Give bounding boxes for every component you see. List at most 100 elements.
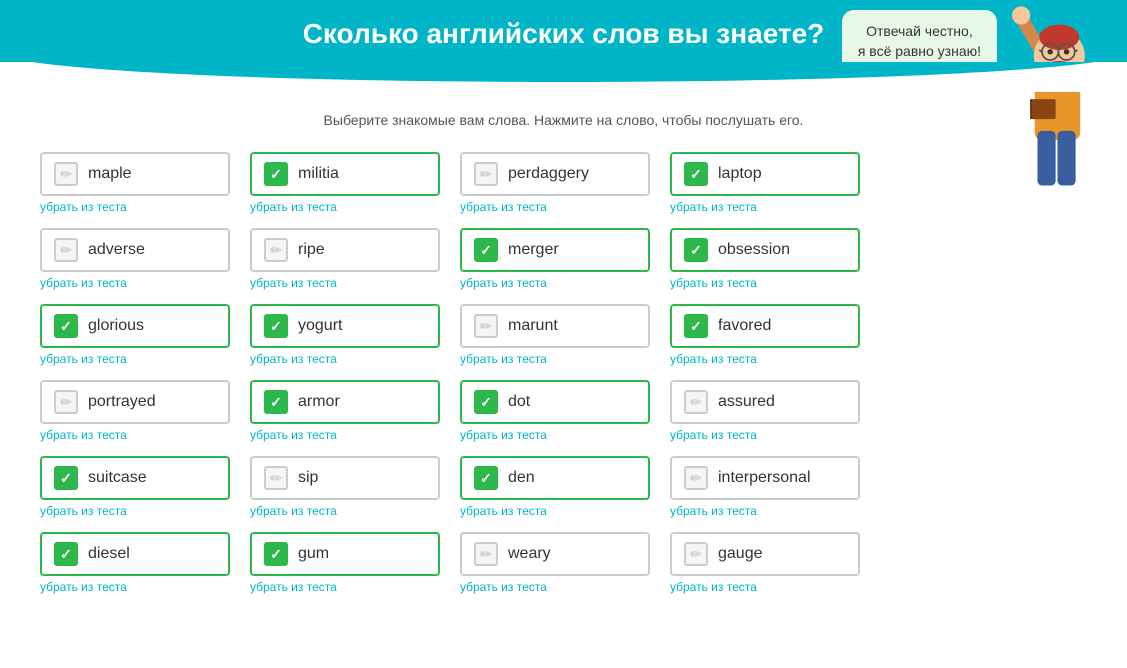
word-box-portrayed[interactable]: ✏ portrayed xyxy=(40,380,230,424)
word-item-gauge: ✏ gauge убрать из теста xyxy=(670,532,860,594)
word-item-diesel: ✓diesel убрать из теста xyxy=(40,532,230,594)
remove-link-obsession[interactable]: убрать из теста xyxy=(670,276,860,290)
word-box-weary[interactable]: ✏weary xyxy=(460,532,650,576)
word-box-den[interactable]: ✓ den xyxy=(460,456,650,500)
pencil-icon: ✏ xyxy=(54,390,78,414)
word-box-sip[interactable]: ✏sip xyxy=(250,456,440,500)
word-item-assured: ✏assured убрать из теста xyxy=(670,380,860,442)
word-box-adverse[interactable]: ✏adverse xyxy=(40,228,230,272)
word-item-weary: ✏weary убрать из теста xyxy=(460,532,650,594)
word-item-gum: ✓gum убрать из теста xyxy=(250,532,440,594)
word-box-dot[interactable]: ✓ dot xyxy=(460,380,650,424)
word-label-weary: weary xyxy=(508,545,551,563)
checkmark-icon: ✓ xyxy=(264,390,288,414)
pencil-icon: ✏ xyxy=(684,542,708,566)
word-item-yogurt: ✓yogurt убрать из теста xyxy=(250,304,440,366)
remove-link-dot[interactable]: убрать из теста xyxy=(460,428,650,442)
word-label-dot: dot xyxy=(508,393,530,411)
remove-link-maple[interactable]: убрать из теста xyxy=(40,200,230,214)
word-item-marunt: ✏marunt убрать из теста xyxy=(460,304,650,366)
main-content: Выберите знакомые вам слова. Нажмите на … xyxy=(0,92,1127,620)
remove-link-portrayed[interactable]: убрать из теста xyxy=(40,428,230,442)
remove-link-militia[interactable]: убрать из теста xyxy=(250,200,440,214)
remove-link-perdaggery[interactable]: убрать из теста xyxy=(460,200,650,214)
remove-link-gum[interactable]: убрать из теста xyxy=(250,580,440,594)
word-label-den: den xyxy=(508,469,535,487)
word-label-portrayed: portrayed xyxy=(88,393,156,411)
word-label-perdaggery: perdaggery xyxy=(508,165,589,183)
checkmark-icon: ✓ xyxy=(474,466,498,490)
remove-link-favored[interactable]: убрать из теста xyxy=(670,352,860,366)
word-box-glorious[interactable]: ✓glorious xyxy=(40,304,230,348)
remove-link-merger[interactable]: убрать из теста xyxy=(460,276,650,290)
remove-link-adverse[interactable]: убрать из теста xyxy=(40,276,230,290)
remove-link-weary[interactable]: убрать из теста xyxy=(460,580,650,594)
remove-link-suitcase[interactable]: убрать из теста xyxy=(40,504,230,518)
word-box-obsession[interactable]: ✓ obsession xyxy=(670,228,860,272)
word-item-obsession: ✓ obsession убрать из теста xyxy=(670,228,860,290)
word-item-interpersonal: ✏ interpersonal убрать из теста xyxy=(670,456,860,518)
remove-link-den[interactable]: убрать из теста xyxy=(460,504,650,518)
word-box-marunt[interactable]: ✏marunt xyxy=(460,304,650,348)
word-box-interpersonal[interactable]: ✏ interpersonal xyxy=(670,456,860,500)
word-box-yogurt[interactable]: ✓yogurt xyxy=(250,304,440,348)
remove-link-gauge[interactable]: убрать из теста xyxy=(670,580,860,594)
word-label-gauge: gauge xyxy=(718,545,763,563)
word-label-suitcase: suitcase xyxy=(88,469,147,487)
pencil-icon: ✏ xyxy=(684,390,708,414)
word-item-suitcase: ✓ suitcase убрать из теста xyxy=(40,456,230,518)
word-label-merger: merger xyxy=(508,241,559,259)
remove-link-sip[interactable]: убрать из теста xyxy=(250,504,440,518)
checkmark-icon: ✓ xyxy=(54,466,78,490)
word-box-merger[interactable]: ✓ merger xyxy=(460,228,650,272)
word-box-perdaggery[interactable]: ✏perdaggery xyxy=(460,152,650,196)
checkmark-icon: ✓ xyxy=(264,162,288,186)
remove-link-yogurt[interactable]: убрать из теста xyxy=(250,352,440,366)
word-box-diesel[interactable]: ✓diesel xyxy=(40,532,230,576)
remove-link-marunt[interactable]: убрать из теста xyxy=(460,352,650,366)
word-box-favored[interactable]: ✓favored xyxy=(670,304,860,348)
word-label-obsession: obsession xyxy=(718,241,790,259)
checkmark-icon: ✓ xyxy=(264,314,288,338)
word-item-merger: ✓ merger убрать из теста xyxy=(460,228,650,290)
remove-link-armor[interactable]: убрать из теста xyxy=(250,428,440,442)
word-box-gum[interactable]: ✓gum xyxy=(250,532,440,576)
remove-link-ripe[interactable]: убрать из теста xyxy=(250,276,440,290)
word-item-laptop: ✓laptop убрать из теста xyxy=(670,152,860,214)
remove-link-interpersonal[interactable]: убрать из теста xyxy=(670,504,860,518)
pencil-icon: ✏ xyxy=(474,314,498,338)
checkmark-icon: ✓ xyxy=(474,390,498,414)
word-label-interpersonal: interpersonal xyxy=(718,469,811,487)
word-item-adverse: ✏adverse убрать из теста xyxy=(40,228,230,290)
checkmark-icon: ✓ xyxy=(474,238,498,262)
pencil-icon: ✏ xyxy=(264,466,288,490)
pencil-icon: ✏ xyxy=(684,466,708,490)
word-box-suitcase[interactable]: ✓ suitcase xyxy=(40,456,230,500)
word-box-assured[interactable]: ✏assured xyxy=(670,380,860,424)
word-item-favored: ✓favored убрать из теста xyxy=(670,304,860,366)
instruction-text: Выберите знакомые вам слова. Нажмите на … xyxy=(40,112,1087,128)
word-item-militia: ✓militia убрать из теста xyxy=(250,152,440,214)
word-box-militia[interactable]: ✓militia xyxy=(250,152,440,196)
checkmark-icon: ✓ xyxy=(54,542,78,566)
pencil-icon: ✏ xyxy=(264,238,288,262)
remove-link-laptop[interactable]: убрать из теста xyxy=(670,200,860,214)
remove-link-assured[interactable]: убрать из теста xyxy=(670,428,860,442)
word-label-maple: maple xyxy=(88,165,132,183)
remove-link-glorious[interactable]: убрать из теста xyxy=(40,352,230,366)
word-item-perdaggery: ✏perdaggery убрать из теста xyxy=(460,152,650,214)
word-item-glorious: ✓glorious убрать из теста xyxy=(40,304,230,366)
word-box-armor[interactable]: ✓armor xyxy=(250,380,440,424)
word-item-sip: ✏sip убрать из теста xyxy=(250,456,440,518)
remove-link-diesel[interactable]: убрать из теста xyxy=(40,580,230,594)
word-label-glorious: glorious xyxy=(88,317,144,335)
wave-border xyxy=(0,62,1127,92)
word-box-gauge[interactable]: ✏ gauge xyxy=(670,532,860,576)
checkmark-icon: ✓ xyxy=(684,238,708,262)
checkmark-icon: ✓ xyxy=(264,542,288,566)
word-item-portrayed: ✏ portrayed убрать из теста xyxy=(40,380,230,442)
header: Сколько английских слов вы знаете? Отвеч… xyxy=(0,0,1127,92)
word-box-laptop[interactable]: ✓laptop xyxy=(670,152,860,196)
word-box-ripe[interactable]: ✏ripe xyxy=(250,228,440,272)
word-box-maple[interactable]: ✏maple xyxy=(40,152,230,196)
